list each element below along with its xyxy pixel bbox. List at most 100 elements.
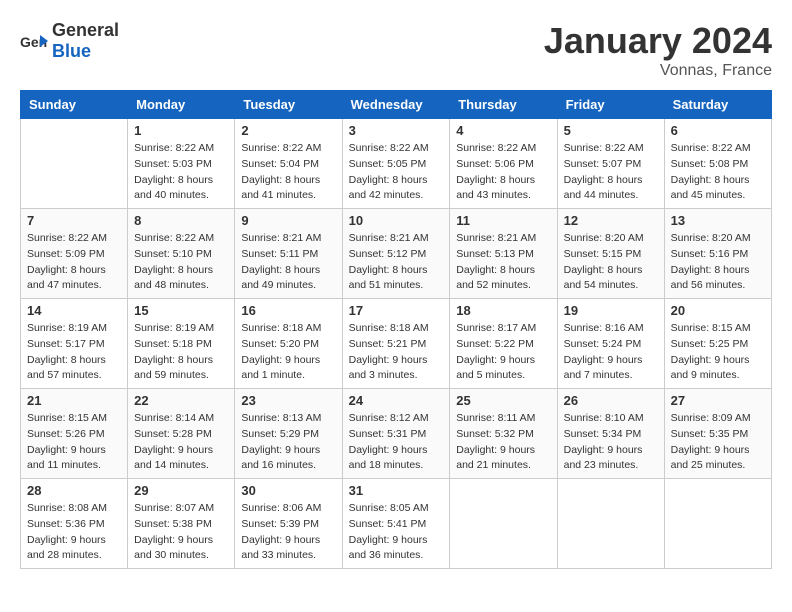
sunrise-text: Sunrise: 8:15 AM xyxy=(671,322,751,334)
sunset-text: Sunset: 5:22 PM xyxy=(456,338,534,350)
day-number: 27 xyxy=(671,393,765,408)
sunrise-text: Sunrise: 8:22 AM xyxy=(349,142,429,154)
sunset-text: Sunset: 5:21 PM xyxy=(349,338,427,350)
table-row: 3 Sunrise: 8:22 AM Sunset: 5:05 PM Dayli… xyxy=(342,119,450,209)
day-number: 17 xyxy=(349,303,444,318)
daylight-text: Daylight: 8 hours and 40 minutes. xyxy=(134,174,213,202)
table-row: 27 Sunrise: 8:09 AM Sunset: 5:35 PM Dayl… xyxy=(664,389,771,479)
sunset-text: Sunset: 5:12 PM xyxy=(349,248,427,260)
day-number: 8 xyxy=(134,213,228,228)
sunset-text: Sunset: 5:32 PM xyxy=(456,428,534,440)
day-number: 11 xyxy=(456,213,550,228)
table-row: 19 Sunrise: 8:16 AM Sunset: 5:24 PM Dayl… xyxy=(557,299,664,389)
sunrise-text: Sunrise: 8:22 AM xyxy=(134,142,214,154)
table-row: 13 Sunrise: 8:20 AM Sunset: 5:16 PM Dayl… xyxy=(664,209,771,299)
daylight-text: Daylight: 8 hours and 49 minutes. xyxy=(241,264,320,292)
sunrise-text: Sunrise: 8:20 AM xyxy=(671,232,751,244)
day-number: 30 xyxy=(241,483,335,498)
daylight-text: Daylight: 9 hours and 5 minutes. xyxy=(456,354,535,382)
day-info: Sunrise: 8:14 AM Sunset: 5:28 PM Dayligh… xyxy=(134,411,228,474)
day-number: 10 xyxy=(349,213,444,228)
day-info: Sunrise: 8:22 AM Sunset: 5:04 PM Dayligh… xyxy=(241,141,335,204)
table-row: 24 Sunrise: 8:12 AM Sunset: 5:31 PM Dayl… xyxy=(342,389,450,479)
sunrise-text: Sunrise: 8:05 AM xyxy=(349,502,429,514)
day-number: 16 xyxy=(241,303,335,318)
day-info: Sunrise: 8:22 AM Sunset: 5:03 PM Dayligh… xyxy=(134,141,228,204)
day-number: 20 xyxy=(671,303,765,318)
sunset-text: Sunset: 5:15 PM xyxy=(564,248,642,260)
day-number: 1 xyxy=(134,123,228,138)
sunrise-text: Sunrise: 8:07 AM xyxy=(134,502,214,514)
table-row: 11 Sunrise: 8:21 AM Sunset: 5:13 PM Dayl… xyxy=(450,209,557,299)
sunset-text: Sunset: 5:20 PM xyxy=(241,338,319,350)
sunset-text: Sunset: 5:07 PM xyxy=(564,158,642,170)
sunrise-text: Sunrise: 8:11 AM xyxy=(456,412,535,424)
table-row: 28 Sunrise: 8:08 AM Sunset: 5:36 PM Dayl… xyxy=(21,479,128,569)
daylight-text: Daylight: 9 hours and 9 minutes. xyxy=(671,354,750,382)
daylight-text: Daylight: 8 hours and 42 minutes. xyxy=(349,174,428,202)
sunset-text: Sunset: 5:26 PM xyxy=(27,428,105,440)
sunrise-text: Sunrise: 8:06 AM xyxy=(241,502,321,514)
col-thursday: Thursday xyxy=(450,91,557,119)
day-number: 7 xyxy=(27,213,121,228)
day-info: Sunrise: 8:22 AM Sunset: 5:06 PM Dayligh… xyxy=(456,141,550,204)
table-row: 14 Sunrise: 8:19 AM Sunset: 5:17 PM Dayl… xyxy=(21,299,128,389)
sunset-text: Sunset: 5:38 PM xyxy=(134,518,212,530)
sunrise-text: Sunrise: 8:21 AM xyxy=(241,232,321,244)
table-row: 5 Sunrise: 8:22 AM Sunset: 5:07 PM Dayli… xyxy=(557,119,664,209)
sunset-text: Sunset: 5:11 PM xyxy=(241,248,318,260)
sunset-text: Sunset: 5:31 PM xyxy=(349,428,427,440)
sunset-text: Sunset: 5:36 PM xyxy=(27,518,105,530)
daylight-text: Daylight: 9 hours and 36 minutes. xyxy=(349,534,428,562)
sunset-text: Sunset: 5:24 PM xyxy=(564,338,642,350)
day-info: Sunrise: 8:22 AM Sunset: 5:10 PM Dayligh… xyxy=(134,231,228,294)
day-info: Sunrise: 8:19 AM Sunset: 5:17 PM Dayligh… xyxy=(27,321,121,384)
header: Gen General Blue January 2024 Vonnas, Fr… xyxy=(20,20,772,80)
day-number: 5 xyxy=(564,123,658,138)
calendar-header-row: Sunday Monday Tuesday Wednesday Thursday… xyxy=(21,91,772,119)
title-area: January 2024 Vonnas, France xyxy=(544,20,772,80)
day-number: 2 xyxy=(241,123,335,138)
table-row: 16 Sunrise: 8:18 AM Sunset: 5:20 PM Dayl… xyxy=(235,299,342,389)
day-number: 21 xyxy=(27,393,121,408)
day-info: Sunrise: 8:21 AM Sunset: 5:13 PM Dayligh… xyxy=(456,231,550,294)
day-info: Sunrise: 8:15 AM Sunset: 5:26 PM Dayligh… xyxy=(27,411,121,474)
logo-icon: Gen xyxy=(20,27,48,55)
sunrise-text: Sunrise: 8:22 AM xyxy=(564,142,644,154)
table-row xyxy=(664,479,771,569)
day-info: Sunrise: 8:20 AM Sunset: 5:15 PM Dayligh… xyxy=(564,231,658,294)
sunset-text: Sunset: 5:35 PM xyxy=(671,428,749,440)
day-number: 9 xyxy=(241,213,335,228)
day-number: 19 xyxy=(564,303,658,318)
day-number: 3 xyxy=(349,123,444,138)
day-info: Sunrise: 8:05 AM Sunset: 5:41 PM Dayligh… xyxy=(349,501,444,564)
location-title: Vonnas, France xyxy=(544,62,772,80)
logo: Gen General Blue xyxy=(20,20,119,62)
table-row xyxy=(557,479,664,569)
day-info: Sunrise: 8:06 AM Sunset: 5:39 PM Dayligh… xyxy=(241,501,335,564)
day-info: Sunrise: 8:15 AM Sunset: 5:25 PM Dayligh… xyxy=(671,321,765,384)
table-row: 23 Sunrise: 8:13 AM Sunset: 5:29 PM Dayl… xyxy=(235,389,342,479)
logo-text: General Blue xyxy=(52,20,119,62)
sunrise-text: Sunrise: 8:17 AM xyxy=(456,322,536,334)
daylight-text: Daylight: 9 hours and 25 minutes. xyxy=(671,444,750,472)
day-info: Sunrise: 8:17 AM Sunset: 5:22 PM Dayligh… xyxy=(456,321,550,384)
day-info: Sunrise: 8:21 AM Sunset: 5:11 PM Dayligh… xyxy=(241,231,335,294)
day-number: 22 xyxy=(134,393,228,408)
daylight-text: Daylight: 8 hours and 56 minutes. xyxy=(671,264,750,292)
daylight-text: Daylight: 8 hours and 59 minutes. xyxy=(134,354,213,382)
sunset-text: Sunset: 5:06 PM xyxy=(456,158,534,170)
daylight-text: Daylight: 8 hours and 41 minutes. xyxy=(241,174,320,202)
daylight-text: Daylight: 8 hours and 47 minutes. xyxy=(27,264,106,292)
daylight-text: Daylight: 9 hours and 7 minutes. xyxy=(564,354,643,382)
daylight-text: Daylight: 8 hours and 45 minutes. xyxy=(671,174,750,202)
day-number: 23 xyxy=(241,393,335,408)
sunrise-text: Sunrise: 8:21 AM xyxy=(456,232,536,244)
daylight-text: Daylight: 9 hours and 1 minute. xyxy=(241,354,320,382)
sunset-text: Sunset: 5:03 PM xyxy=(134,158,212,170)
col-friday: Friday xyxy=(557,91,664,119)
daylight-text: Daylight: 9 hours and 21 minutes. xyxy=(456,444,535,472)
sunset-text: Sunset: 5:34 PM xyxy=(564,428,642,440)
sunset-text: Sunset: 5:10 PM xyxy=(134,248,212,260)
table-row: 21 Sunrise: 8:15 AM Sunset: 5:26 PM Dayl… xyxy=(21,389,128,479)
